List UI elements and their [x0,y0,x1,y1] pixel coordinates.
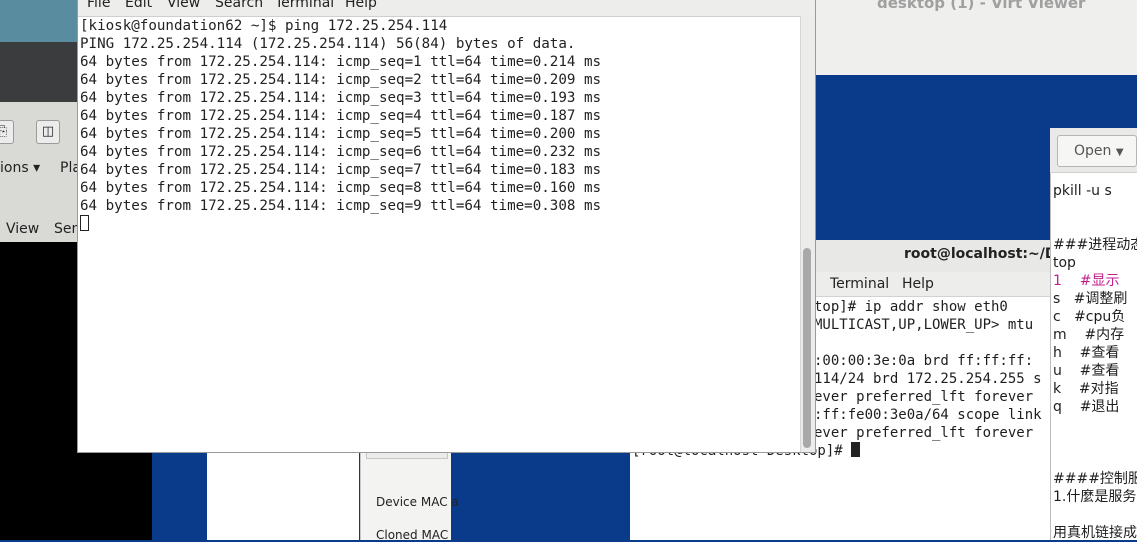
screenshot-icon[interactable]: ◫ [36,120,60,144]
main-terminal-output[interactable]: [kiosk@foundation62 ~]$ ping 172.25.254.… [80,17,798,449]
menu-view[interactable]: View [167,0,200,11]
terminal-cursor [80,215,89,231]
editor-line: ###进程动态 [1053,237,1137,253]
editor-text-area[interactable]: pkill -u s ###进程动态 top 1 #显示 s #调整刷 c #cpu负 m … [1053,172,1137,540]
desktop-background [0,0,80,42]
root-terminal-title: root@localhost:~/De [904,246,1066,262]
terminal-line: 64 bytes from 172.25.254.114: icmp_seq=6… [80,144,602,160]
menu-search[interactable]: Search [215,0,263,11]
editor-line: 1.什麼是服务 [1053,489,1137,505]
terminal-line: PING 172.25.254.114 (172.25.254.114) 56(… [80,36,576,52]
menu-file[interactable]: File [87,0,110,11]
left-toolbar-icon[interactable]: ⎘ [0,120,14,144]
left-menu-item-view[interactable]: View [6,221,39,237]
left-window-header [0,42,80,102]
editor-line: 用真机链接成 [1053,525,1137,540]
left-menu-item-options[interactable]: ions ▾ [0,160,40,176]
main-terminal-menubar: File Edit View Search Terminal Help [78,0,815,17]
editor-line: 1 #显示 [1053,273,1120,289]
open-button-label: Open [1074,143,1112,159]
terminal-line: 64 bytes from 172.25.254.114: icmp_seq=3… [80,90,602,106]
open-button[interactable]: Open ▼ [1057,135,1137,167]
editor-line: s #调整刷 [1053,291,1128,307]
menu-help[interactable]: Help [345,0,377,11]
terminal-line: 64 bytes from 172.25.254.114: icmp_seq=1… [80,54,602,70]
menu-edit[interactable]: Edit [125,0,152,11]
editor-line: k #对指 [1053,381,1119,397]
terminal-line: 64 bytes from 172.25.254.114: icmp_seq=9… [80,198,602,214]
editor-line: q #退出 [1053,399,1120,415]
desktop-background-strip [152,450,208,540]
device-mac-label: Device MAC a [376,495,459,509]
editor-line: pkill -u s [1053,183,1112,199]
virt-viewer-title: desktop (1) - Virt Viewer [877,0,1086,12]
terminal-line: 64 bytes from 172.25.254.114: icmp_seq=4… [80,108,602,124]
background-window-fragment [207,450,359,540]
chevron-down-icon: ▼ [1115,147,1124,158]
root-menu-terminal[interactable]: Terminal [830,276,889,292]
terminal-line: 64 bytes from 172.25.254.114: icmp_seq=2… [80,72,602,88]
terminal-cursor [851,442,861,457]
editor-line: c #cpu负 [1053,309,1126,325]
menu-terminal[interactable]: Terminal [275,0,334,11]
editor-line: ####控制服务 [1053,471,1137,487]
terminal-line: 64 bytes from 172.25.254.114: icmp_seq=8… [80,180,602,196]
editor-line: top [1053,255,1076,271]
terminal-line: 64 bytes from 172.25.254.114: icmp_seq=7… [80,162,602,178]
terminal-line: 64 bytes from 172.25.254.114: icmp_seq=5… [80,126,602,142]
network-device-panel: Device MAC a Cloned MAC [360,450,459,542]
editor-line: h #查看 [1053,345,1120,361]
terminal-scrollbar-thumb[interactable] [803,248,811,448]
terminal-line: [kiosk@foundation62 ~]$ ping 172.25.254.… [80,18,448,34]
root-menu-help[interactable]: Help [902,276,934,292]
editor-line: u #查看 [1053,363,1120,379]
left-menu-item-send[interactable]: Sen [54,221,80,237]
editor-line: m #内存 [1053,327,1125,343]
